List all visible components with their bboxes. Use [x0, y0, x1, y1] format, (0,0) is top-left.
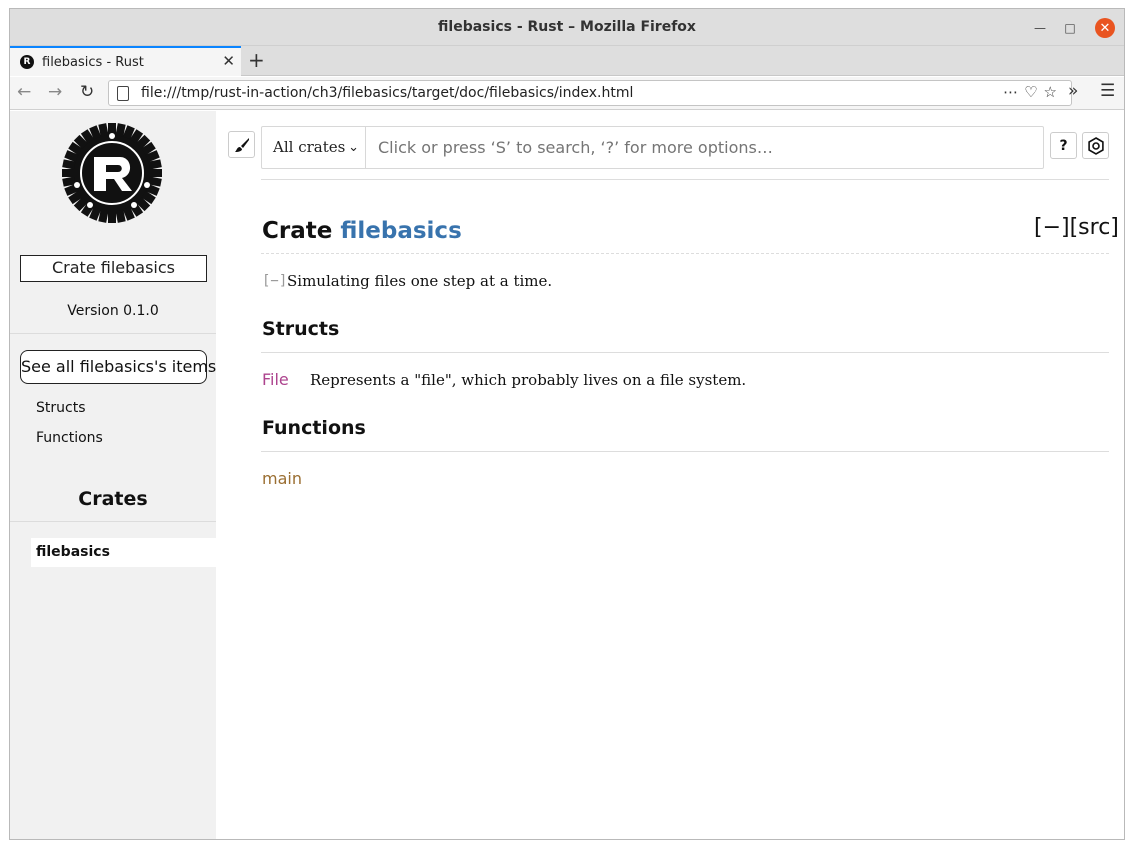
rust-logo-icon[interactable] — [60, 121, 164, 225]
functions-heading[interactable]: Functions — [262, 417, 366, 439]
title-bar: filebasics - Rust – Mozilla Firefox — □ … — [10, 9, 1124, 46]
minimize-icon[interactable]: — — [1030, 18, 1050, 38]
page-icon — [117, 86, 129, 101]
functions-divider — [261, 451, 1109, 452]
crates-heading: Crates — [78, 488, 148, 510]
title-divider — [261, 253, 1109, 254]
search-input[interactable] — [378, 127, 1028, 168]
structs-divider — [261, 352, 1109, 353]
structs-heading[interactable]: Structs — [262, 318, 339, 340]
gear-icon — [1087, 136, 1104, 155]
search-divider — [261, 179, 1109, 180]
settings-button[interactable] — [1082, 132, 1109, 159]
nav-bar: ← → ↻ file:///tmp/rust-in-action/ch3/fil… — [10, 77, 1124, 110]
url-text[interactable]: file:///tmp/rust-in-action/ch3/filebasic… — [141, 85, 633, 101]
sidebar: Crate filebasics Version 0.1.0 See all f… — [10, 111, 216, 839]
see-all-items-button[interactable]: See all filebasics's items — [20, 350, 216, 384]
sidebar-divider — [10, 333, 216, 334]
sidebar-link-functions[interactable]: Functions — [36, 430, 103, 446]
tab-filebasics[interactable]: R filebasics - Rust ✕ — [10, 46, 241, 76]
function-link-main[interactable]: main — [262, 469, 302, 488]
more-actions-icon[interactable]: ⋯ — [1003, 83, 1024, 101]
page-title: Crate filebasics — [262, 218, 462, 244]
page-actions: ⋯♡☆ — [1003, 83, 1063, 101]
main-content: All crates ⌄ ? Crate filebasics [−][src]… — [216, 111, 1124, 839]
hamburger-menu-icon[interactable]: ☰ — [1100, 81, 1115, 101]
version-label: Version 0.1.0 — [67, 303, 159, 319]
chevron-down-icon: ⌄ — [348, 140, 359, 155]
title-prefix: Crate — [262, 218, 341, 244]
sidebar-divider — [10, 521, 216, 522]
sidebar-link-structs[interactable]: Structs — [36, 400, 86, 416]
paintbrush-icon — [234, 137, 249, 152]
collapse-src-links[interactable]: [−][src] — [1034, 215, 1119, 240]
crate-filter-value: All crates — [273, 138, 346, 156]
maximize-icon[interactable]: □ — [1060, 18, 1080, 38]
tab-strip: R filebasics - Rust ✕ + — [10, 46, 1124, 76]
page-content: Crate filebasics Version 0.1.0 See all f… — [10, 111, 1124, 839]
struct-link-file[interactable]: File — [262, 370, 289, 389]
reload-icon[interactable]: ↻ — [80, 82, 94, 102]
overflow-chevron-icon[interactable]: » — [1068, 81, 1078, 101]
browser-window: filebasics - Rust – Mozilla Firefox — □ … — [9, 8, 1125, 840]
search-bar: All crates ⌄ — [261, 126, 1044, 169]
window-title: filebasics - Rust – Mozilla Firefox — [438, 19, 696, 35]
struct-description: Represents a "file", which probably live… — [310, 371, 747, 389]
forward-icon[interactable]: → — [48, 82, 62, 102]
close-tab-icon[interactable]: ✕ — [222, 52, 235, 70]
rust-favicon-icon: R — [20, 55, 34, 69]
crate-name-box: Crate filebasics — [20, 255, 207, 282]
url-bar[interactable]: file:///tmp/rust-in-action/ch3/filebasic… — [108, 80, 1072, 106]
back-icon[interactable]: ← — [17, 82, 31, 102]
tab-title: filebasics - Rust — [42, 54, 144, 70]
theme-picker-button[interactable] — [228, 131, 255, 158]
close-window-icon[interactable]: ✕ — [1095, 18, 1115, 38]
help-button[interactable]: ? — [1050, 132, 1077, 159]
new-tab-icon[interactable]: + — [248, 48, 265, 72]
crate-description: Simulating files one step at a time. — [287, 272, 553, 290]
bookmark-star-icon[interactable]: ☆ — [1044, 83, 1063, 101]
crate-name-link[interactable]: filebasics — [340, 218, 461, 244]
sidebar-crate-filebasics[interactable]: filebasics — [31, 538, 216, 567]
pocket-icon[interactable]: ♡ — [1024, 83, 1043, 101]
collapse-docs-toggle[interactable]: [−] — [262, 273, 287, 289]
crate-filter-select[interactable]: All crates ⌄ — [262, 127, 366, 168]
